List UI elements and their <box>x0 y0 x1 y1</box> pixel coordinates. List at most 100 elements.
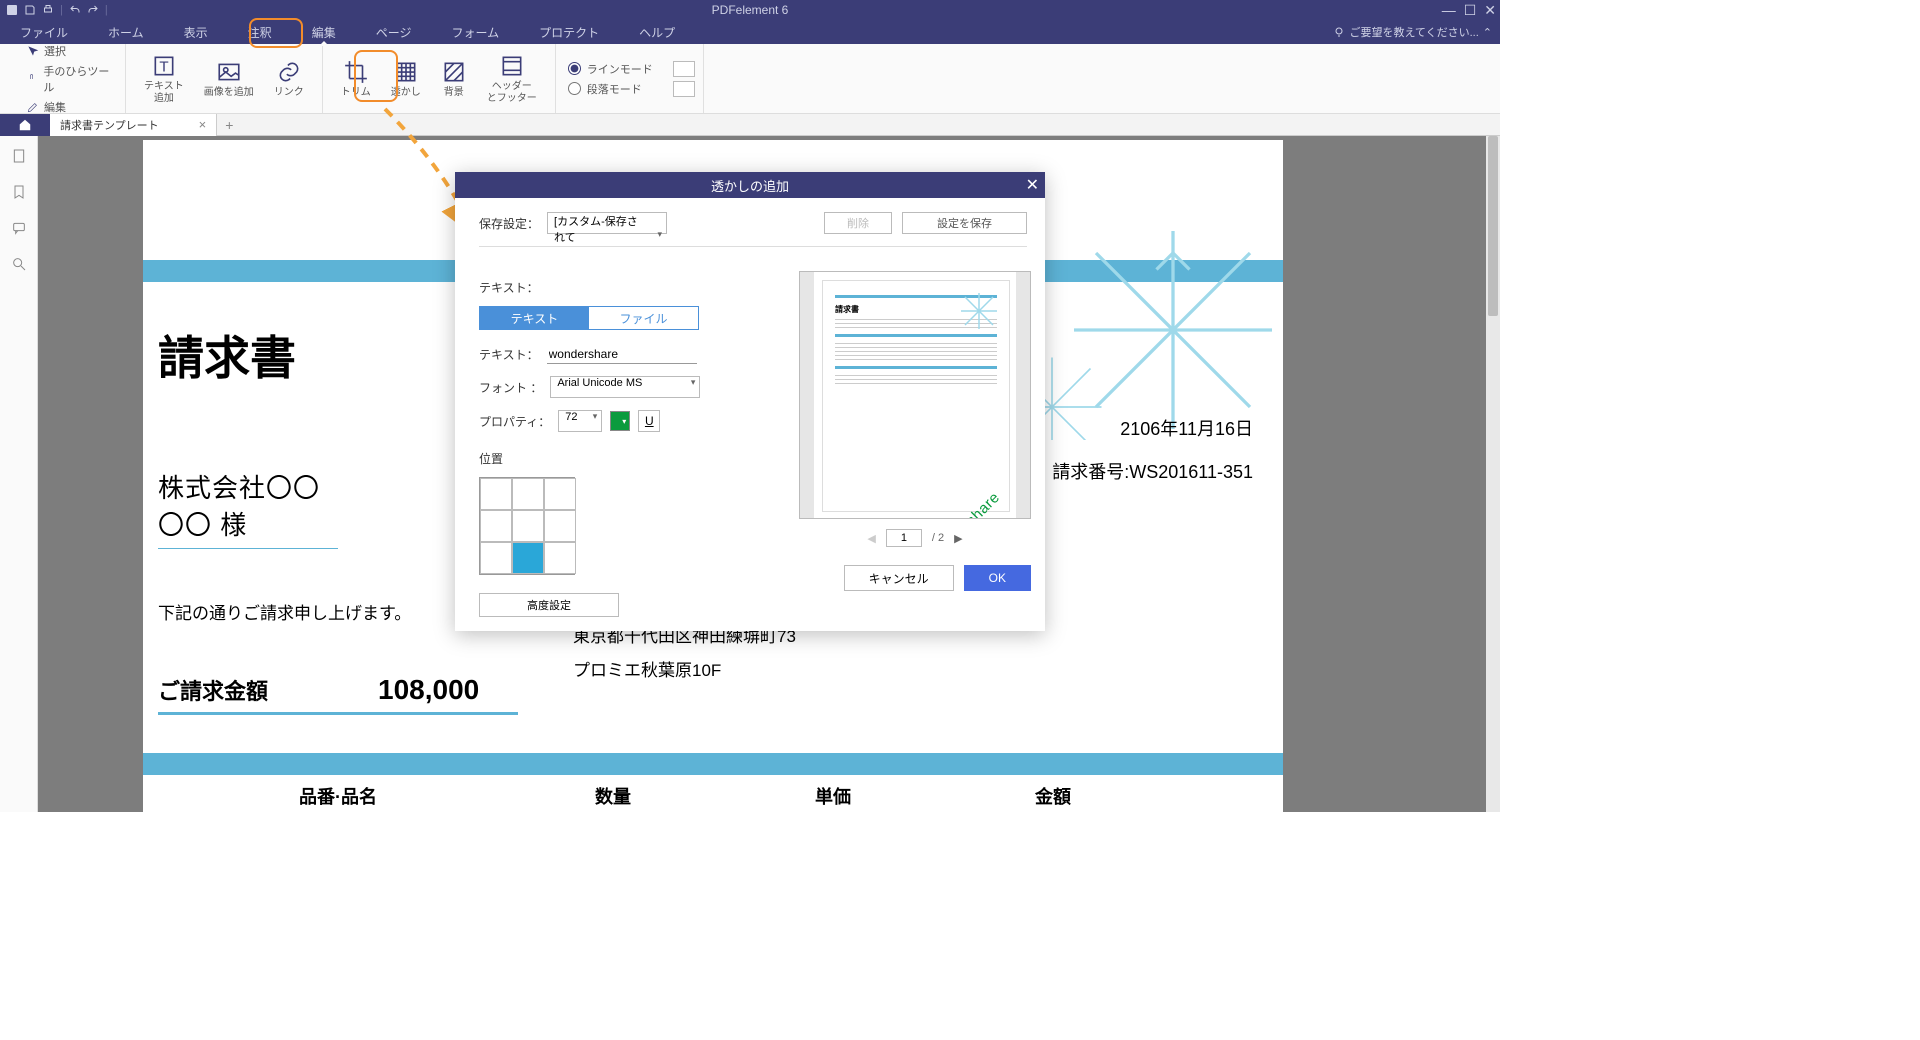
request-label[interactable]: ご要望を教えてください... <box>1349 24 1478 40</box>
scrollbar-thumb[interactable] <box>1488 136 1498 316</box>
menu-file[interactable]: ファイル <box>0 20 88 44</box>
dialog-close-icon[interactable]: ✕ <box>1026 175 1039 195</box>
pos-tl[interactable] <box>480 478 512 510</box>
text-label: テキスト： <box>479 346 539 363</box>
align-icon-2[interactable] <box>673 81 695 97</box>
font-size-select[interactable]: 72 <box>558 410 602 432</box>
comments-icon[interactable] <box>11 220 27 236</box>
print-icon[interactable] <box>42 4 54 16</box>
preview-total: / 2 <box>932 532 944 544</box>
search-icon[interactable] <box>11 256 27 272</box>
separator: | <box>60 4 63 16</box>
preview-page: 請求書 wondershare <box>822 280 1010 512</box>
collapse-ribbon-icon[interactable]: ⌃ <box>1483 26 1492 39</box>
save-setting-label: 保存設定： <box>479 215 539 232</box>
ribbon-trim[interactable]: トリム <box>331 44 381 113</box>
prev-page-icon[interactable]: ◀ <box>867 532 875 545</box>
tab-file[interactable]: ファイル <box>589 307 698 329</box>
menu-form[interactable]: フォーム <box>431 20 519 44</box>
separator: | <box>105 4 108 16</box>
preview-nav: ◀ / 2 ▶ <box>799 529 1031 547</box>
doc-table-head-bar <box>143 753 1283 775</box>
source-tabs: テキスト ファイル <box>479 306 699 330</box>
tab-text[interactable]: テキスト <box>480 307 589 329</box>
align-icon-1[interactable] <box>673 61 695 77</box>
save-icon[interactable] <box>24 4 36 16</box>
ok-button[interactable]: OK <box>964 565 1031 591</box>
pos-br[interactable] <box>544 542 576 574</box>
cancel-button[interactable]: キャンセル <box>844 565 954 591</box>
menu-page[interactable]: ページ <box>356 20 432 44</box>
ribbon-para-mode[interactable]: 段落モード <box>568 81 653 97</box>
svg-text:T: T <box>159 58 168 75</box>
tabstrip: 請求書テンプレート × + <box>0 114 1500 136</box>
bookmarks-icon[interactable] <box>11 184 27 200</box>
color-picker[interactable] <box>610 411 630 431</box>
delete-button[interactable]: 削除 <box>824 212 892 234</box>
app-title: PDFelement 6 <box>712 3 789 17</box>
ribbon: 選択 手のひらツール 編集 Tテキスト 追加 画像を追加 リンク トリム 透かし… <box>0 44 1500 114</box>
pos-bl[interactable] <box>480 542 512 574</box>
thumbnails-icon[interactable] <box>11 148 27 164</box>
pos-mc[interactable] <box>512 510 544 542</box>
snowflake-decoration <box>1043 220 1303 440</box>
ribbon-text-add[interactable]: Tテキスト 追加 <box>134 44 194 113</box>
ribbon-watermark[interactable]: 透かし <box>381 44 431 113</box>
advanced-settings-button[interactable]: 高度設定 <box>479 593 619 617</box>
menu-view[interactable]: 表示 <box>164 20 228 44</box>
position-label: 位置 <box>479 450 779 467</box>
ribbon-link[interactable]: リンク <box>264 44 314 113</box>
ribbon-image-add[interactable]: 画像を追加 <box>194 44 264 113</box>
close-icon[interactable]: ✕ <box>1484 2 1496 19</box>
underline-button[interactable]: U <box>638 410 660 432</box>
next-page-icon[interactable]: ▶ <box>954 532 962 545</box>
menubar: ファイル ホーム 表示 注釈 編集 ページ フォーム プロテクト ヘルプ ご要望… <box>0 20 1500 44</box>
property-label: プロパティ： <box>479 413 550 430</box>
doc-amount-underline <box>158 712 518 715</box>
app-logo-icon <box>6 4 18 16</box>
redo-icon[interactable] <box>87 4 99 16</box>
titlebar: | | PDFelement 6 — ☐ ✕ <box>0 0 1500 20</box>
ribbon-background[interactable]: 背景 <box>431 44 477 113</box>
watermark-dialog: 透かしの追加 ✕ 削除 設定を保存 保存設定： [カスタム-保存されて テキスト… <box>455 172 1045 631</box>
pos-mr[interactable] <box>544 510 576 542</box>
doc-amount-label: ご請求金額 <box>158 674 268 706</box>
tab-add[interactable]: + <box>217 117 241 133</box>
tab-home[interactable] <box>0 114 50 136</box>
position-grid <box>479 477 575 575</box>
maximize-icon[interactable]: ☐ <box>1464 2 1477 19</box>
menu-home[interactable]: ホーム <box>88 20 164 44</box>
doc-date: 2106年11月16日 <box>1120 415 1253 441</box>
preview-frame: 請求書 wondershare <box>799 271 1031 519</box>
tab-label: 請求書テンプレート <box>60 117 159 133</box>
font-label: フォント ： <box>479 379 542 396</box>
ribbon-header-footer[interactable]: ヘッダー とフッター <box>477 44 547 113</box>
menu-help[interactable]: ヘルプ <box>619 20 695 44</box>
watermark-text-input[interactable] <box>547 344 697 364</box>
pos-tr[interactable] <box>544 478 576 510</box>
tab-close-icon[interactable]: × <box>199 117 207 132</box>
document-tab[interactable]: 請求書テンプレート × <box>50 114 217 136</box>
pos-bc[interactable] <box>512 542 544 574</box>
menu-edit[interactable]: 編集 <box>292 20 356 44</box>
pos-ml[interactable] <box>480 510 512 542</box>
ribbon-line-mode[interactable]: ラインモード <box>568 61 653 77</box>
doc-invoice-no: 請求番号:WS201611-351 <box>1052 458 1253 484</box>
doc-table-heads: 品番·品名 数量 単価 金額 <box>143 783 1283 809</box>
menu-comment[interactable]: 注釈 <box>228 20 292 44</box>
preview-watermark-text: wondershare <box>926 489 1003 519</box>
undo-icon[interactable] <box>69 4 81 16</box>
vertical-scrollbar[interactable] <box>1486 136 1500 812</box>
minimize-icon[interactable]: — <box>1442 2 1456 19</box>
save-setting-select[interactable]: [カスタム-保存されて <box>547 212 667 234</box>
preview-page-input[interactable] <box>886 529 922 547</box>
pos-tc[interactable] <box>512 478 544 510</box>
ribbon-hand[interactable]: 手のひらツール <box>26 61 117 97</box>
doc-amount-value: 108,000 <box>378 674 479 706</box>
dialog-title: 透かしの追加 ✕ <box>455 172 1045 198</box>
save-settings-button[interactable]: 設定を保存 <box>902 212 1027 234</box>
font-select[interactable]: Arial Unicode MS <box>550 376 700 398</box>
menu-protect[interactable]: プロテクト <box>519 20 619 44</box>
lightbulb-icon <box>1333 26 1345 38</box>
ribbon-mode-group: ラインモード 段落モード <box>556 44 665 113</box>
